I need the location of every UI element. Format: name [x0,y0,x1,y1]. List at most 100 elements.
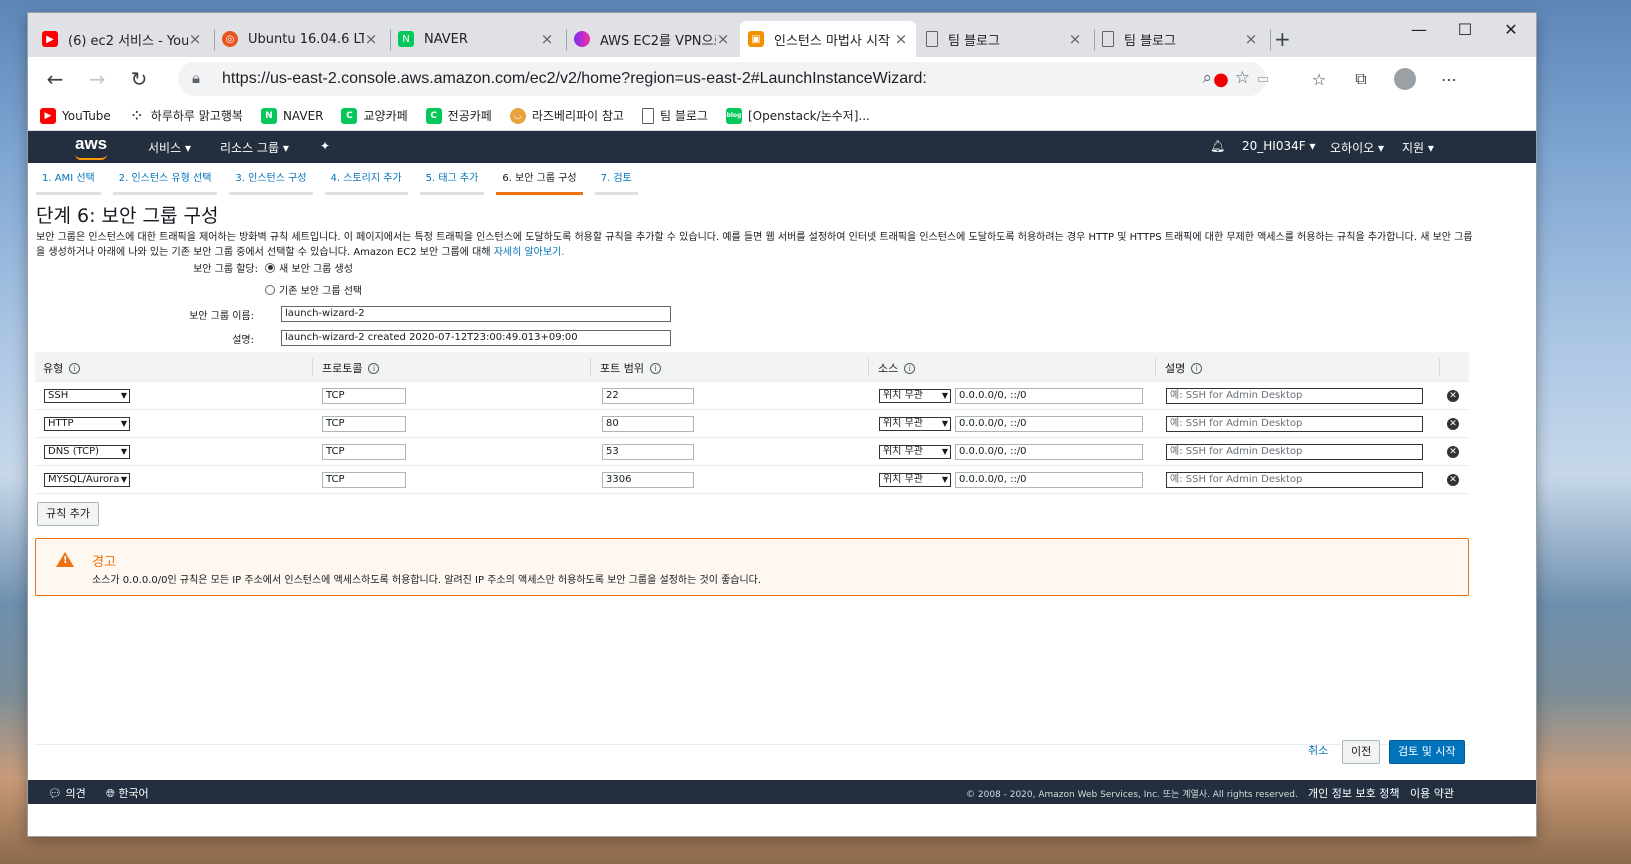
region-menu[interactable]: 오하이오 ▾ [1330,139,1384,156]
close-icon[interactable]: × [1244,30,1258,48]
info-icon[interactable]: i [1191,362,1203,374]
group-name-input[interactable]: launch-wizard-2 [281,306,671,322]
radio-existing-group[interactable]: 기존 보안 그룹 선택 [265,282,362,297]
bookmark-raspberry[interactable]: ◡ 라즈베리파이 참고 [509,107,624,124]
source-select[interactable]: 위치 무관 ▼ [879,473,951,487]
support-menu[interactable]: 지원 ▾ [1402,139,1434,156]
port-input[interactable]: 22 [602,388,694,404]
review-launch-button[interactable]: 검토 및 시작 [1389,740,1465,764]
maximize-icon[interactable]: ☐ [1442,13,1488,45]
pin-icon[interactable]: ✦ [320,139,330,153]
resource-groups-menu[interactable]: 리소스 그룹 ▾ [220,139,289,156]
cidr-input[interactable]: 0.0.0.0/0, ::/0 [955,388,1143,404]
radio-new-group[interactable]: 새 보안 그룹 생성 [265,260,353,275]
header-protocol: 프로토콜 i [322,360,380,376]
close-icon[interactable]: × [894,30,908,48]
tab-ubuntu[interactable]: ◎ Ubuntu 16.04.6 LTS (Xenial × [214,21,386,57]
privacy-link[interactable]: 개인 정보 보호 정책 [1308,785,1399,801]
cidr-input[interactable]: 0.0.0.0/0, ::/0 [955,416,1143,432]
collections-icon[interactable]: ⧉ [1344,63,1378,95]
tab-launch-wizard[interactable]: ▣ 인스턴스 마법사 시작 × [740,21,916,57]
type-select[interactable]: HTTP ▼ [44,417,130,431]
bookmark-daily[interactable]: ⁘ 하루하루 맑고행복 [129,107,243,124]
port-input[interactable]: 80 [602,416,694,432]
tab-naver[interactable]: N NAVER × [390,21,562,57]
rule-desc-input[interactable]: 예: SSH for Admin Desktop [1166,416,1423,432]
forward-icon[interactable]: → [80,63,114,95]
port-input[interactable]: 3306 [602,472,694,488]
info-icon[interactable]: i [904,362,916,374]
close-icon[interactable]: × [1068,30,1082,48]
new-tab-button[interactable]: + [1274,27,1291,51]
step-storage[interactable]: 4. 스토리지 추가 [324,171,408,195]
step-configure-instance[interactable]: 3. 인스턴스 구성 [229,171,313,195]
bookmark-team-blog[interactable]: 팀 블로그 [641,107,708,124]
url-field[interactable]: 🔒︎ https://us-east-2.console.aws.amazon.… [178,62,1266,96]
info-icon[interactable]: i [69,362,81,374]
source-select[interactable]: 위치 무관 ▼ [879,389,951,403]
step-instance-type[interactable]: 2. 인스턴스 유형 선택 [112,171,218,195]
delete-rule-icon[interactable]: ✕ [1447,418,1459,430]
feedback-link[interactable]: 💬︎ 의견 [48,785,86,801]
step-tags[interactable]: 5. 태그 추가 [419,171,485,195]
services-menu[interactable]: 서비스 ▾ [148,139,191,156]
tab-vpn[interactable]: AWS EC2를 VPN으로 × [566,21,738,57]
minimize-icon[interactable]: — [1396,13,1442,45]
cidr-input[interactable]: 0.0.0.0/0, ::/0 [955,472,1143,488]
rule-desc-input[interactable]: 예: SSH for Admin Desktop [1166,444,1423,460]
bell-icon[interactable]: 🔔︎ [1210,139,1225,153]
favorites-icon[interactable]: ☆ [1302,63,1336,95]
bookmark-openstack[interactable]: blog [Openstack/논수저]... [725,107,870,124]
refresh-icon[interactable]: ↻ [122,63,156,95]
back-icon[interactable]: ← [38,63,72,95]
opera-extension-icon[interactable]: ● [1204,63,1238,95]
aws-logo[interactable]: aws [75,134,107,160]
bookmark-naver[interactable]: N NAVER [260,107,323,124]
close-icon[interactable]: × [188,30,202,48]
step-ami[interactable]: 1. AMI 선택 [36,171,101,195]
tab-team-blog-2[interactable]: 팀 블로그 × [1094,21,1266,57]
reader-icon[interactable]: ▭ [1246,63,1280,95]
cidr-input[interactable]: 0.0.0.0/0, ::/0 [955,444,1143,460]
protocol-field[interactable]: TCP [322,444,406,460]
bookmark-cafe-1[interactable]: C 교양카페 [341,107,408,124]
info-icon[interactable]: i [368,362,380,374]
terms-link[interactable]: 이용 약관 [1410,785,1454,801]
add-rule-button[interactable]: 규칙 추가 [37,502,99,526]
group-desc-input[interactable]: launch-wizard-2 created 2020-07-12T23:00… [281,330,671,346]
delete-rule-icon[interactable]: ✕ [1447,390,1459,402]
rule-desc-input[interactable]: 예: SSH for Admin Desktop [1166,472,1423,488]
chevron-down-icon: ▼ [941,419,948,428]
bookmark-youtube[interactable]: ▶ YouTube [40,107,111,124]
type-select[interactable]: DNS (TCP) ▼ [44,445,130,459]
account-menu[interactable]: 20_HI034F ▾ [1242,139,1315,153]
protocol-field[interactable]: TCP [322,388,406,404]
more-icon[interactable]: ⋯ [1432,63,1466,95]
source-select[interactable]: 위치 무관 ▼ [879,417,951,431]
step-review[interactable]: 7. 검토 [594,171,638,195]
port-input[interactable]: 53 [602,444,694,460]
tab-youtube[interactable]: ▶ (6) ec2 서비스 - YouTube × [34,21,210,57]
type-select[interactable]: MYSQL/Aurora ▼ [44,473,130,487]
type-select[interactable]: SSH ▼ [44,389,130,403]
tab-team-blog-1[interactable]: 팀 블로그 × [918,21,1090,57]
profile-avatar-icon[interactable] [1388,63,1422,95]
protocol-field[interactable]: TCP [322,472,406,488]
close-icon[interactable]: × [364,30,378,48]
info-icon[interactable]: i [649,362,661,374]
cancel-button[interactable]: 취소 [1300,740,1336,764]
learn-more-link[interactable]: 자세히 알아보기. [494,247,565,258]
delete-rule-icon[interactable]: ✕ [1447,446,1459,458]
protocol-field[interactable]: TCP [322,416,406,432]
close-icon[interactable]: × [716,30,730,48]
close-icon[interactable]: × [540,30,554,48]
services-label: 서비스 [148,141,182,155]
language-selector[interactable]: 🌐︎ 한국어 [106,785,149,801]
rule-desc-input[interactable]: 예: SSH for Admin Desktop [1166,388,1423,404]
source-select[interactable]: 위치 무관 ▼ [879,445,951,459]
previous-button[interactable]: 이전 [1342,740,1381,764]
delete-rule-icon[interactable]: ✕ [1447,474,1459,486]
bookmark-cafe-2[interactable]: C 전공카페 [425,107,492,124]
close-window-icon[interactable]: ✕ [1488,13,1534,45]
step-security-group[interactable]: 6. 보안 그룹 구성 [496,171,583,195]
